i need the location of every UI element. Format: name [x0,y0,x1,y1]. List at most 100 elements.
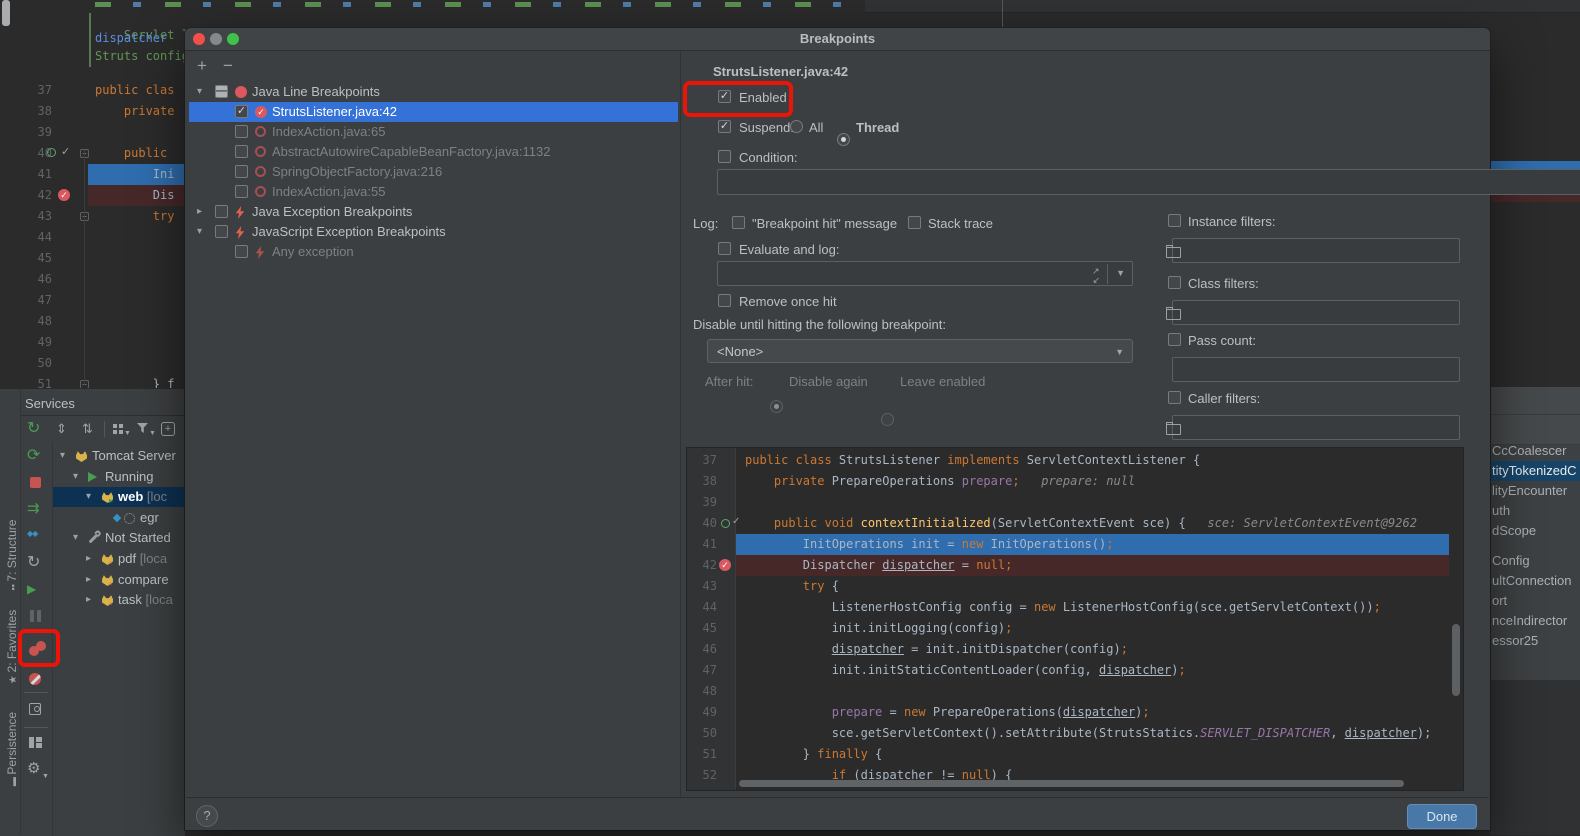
services-tree-row[interactable]: ▾Tomcat Server [53,446,185,466]
settings-icon[interactable]: ⚙ [27,761,40,776]
folder-icon[interactable] [1166,424,1181,435]
stack-trace-checkbox[interactable] [908,216,921,229]
breakpoint-tree-row[interactable]: ▾JavaScript Exception Breakpoints [189,222,678,242]
leave-enabled-radio[interactable] [881,413,894,426]
camera-icon[interactable] [29,703,41,715]
list-item[interactable]: ultConnection [1492,573,1572,588]
breakpoint-tree-row[interactable]: ▾—Java Line Breakpoints [189,82,678,102]
condition-checkbox[interactable] [718,150,731,163]
breakpoint-tree-row[interactable]: AbstractAutowireCapableBeanFactory.java:… [189,142,678,162]
services-tree-row[interactable]: ▸▪task [loca [53,590,185,610]
wrench-icon [89,534,99,544]
chevron-right-icon[interactable]: ▸ [86,553,91,565]
rerun-icon[interactable]: ↻ [27,421,40,437]
help-button[interactable]: ? [196,805,218,827]
pause-icon[interactable] [29,610,42,622]
override-marker-icon[interactable] [721,519,730,528]
breakpoint-tree-row[interactable]: IndexAction.java:55 [189,182,678,202]
list-item[interactable]: essor25 [1492,633,1538,648]
view-breakpoints-icon[interactable] [29,641,46,656]
filter-checkbox[interactable] [1168,276,1181,289]
list-item[interactable]: ort [1492,593,1507,608]
breakpoint-tree-row[interactable]: SpringObjectFactory.java:216 [189,162,678,182]
breakpoint-checkbox[interactable] [215,225,228,238]
remove-once-checkbox[interactable] [718,294,731,307]
breakpoint-checkbox[interactable] [235,185,248,198]
list-item[interactable]: lityEncounter [1492,483,1567,498]
stripe-tab-persistence[interactable]: ▬ Persistence [5,694,19,804]
filter-input[interactable] [1172,357,1460,382]
list-item[interactable]: tityTokenizedC [1492,463,1577,478]
preview-hscrollbar[interactable] [739,780,1404,787]
log-message-checkbox[interactable] [732,216,745,229]
resume-icon[interactable]: ⇉ [27,501,40,516]
override-marker-icon[interactable] [47,148,56,157]
list-item[interactable]: uth [1492,503,1510,518]
breakpoint-checkbox[interactable] [235,145,248,158]
filter-checkbox[interactable] [1168,333,1181,346]
chevron-down-icon[interactable]: ▾ [73,532,78,544]
breakpoint-icon[interactable]: ✓ [58,189,70,201]
step-icon[interactable]: ◆◆ [27,530,37,538]
evaluate-input[interactable]: ↗ ↙ ▼ [717,261,1133,286]
expand-editor-icon[interactable]: ↗ ↙ [1092,267,1098,285]
list-item[interactable]: nceIndirector [1492,613,1567,628]
chevron-right-icon[interactable]: ▸ [197,206,202,218]
code-token: dispatcher [1099,663,1171,677]
breakpoint-checkbox[interactable] [235,125,248,138]
disable-until-combobox[interactable]: <None> ▼ [707,339,1133,363]
filter-input[interactable] [1172,238,1460,263]
top-right-divider-v [1002,0,1003,27]
breakpoint-checkbox[interactable]: — [215,85,228,98]
filter-checkbox[interactable] [1168,214,1181,227]
chevron-right-icon[interactable]: ▸ [86,574,91,586]
stripe-tab-favorites[interactable]: ★ 2: Favorites [5,592,19,702]
chevron-down-icon[interactable]: ▾ [86,491,91,503]
suspend-thread-radio[interactable] [837,133,850,146]
folder-icon[interactable] [1166,247,1181,258]
evaluate-checkbox[interactable] [718,242,731,255]
breakpoint-checkbox[interactable] [215,205,228,218]
services-tree-row[interactable]: ▾Not Started [53,528,185,548]
filter-input[interactable] [1172,415,1460,440]
breakpoint-tree-row[interactable]: Any exception [189,242,678,262]
done-button[interactable]: Done [1407,804,1477,829]
tree-detail-divider[interactable] [680,50,681,797]
services-tree-row[interactable]: ▸▪pdf [loca [53,549,185,569]
stop-icon[interactable] [30,477,41,488]
services-tree-row[interactable]: ▾▸web [loc [53,487,185,507]
suspend-all-radio[interactable] [790,120,803,133]
services-tree-row[interactable]: ▾Running [53,467,185,487]
chevron-down-icon[interactable]: ▾ [60,450,65,462]
condition-input[interactable]: ↗ ↙ ▼ [717,169,1580,195]
chevron-down-icon[interactable]: ▾ [73,471,78,483]
disable-again-radio[interactable] [770,400,783,413]
chevron-down-icon[interactable]: ▾ [197,226,202,238]
breakpoint-tree-row[interactable]: ✓✓StrutsListener.java:42 [189,102,678,122]
breakpoint-tree-row[interactable]: IndexAction.java:65 [189,122,678,142]
rerun-debug-icon[interactable]: ⟳ [27,448,40,464]
list-item[interactable]: dScope [1492,523,1536,538]
breakpoint-icon[interactable]: ✓ [719,559,731,571]
suspend-checkbox[interactable]: ✓ [718,120,731,133]
history-dropdown-icon[interactable]: ▼ [1116,268,1125,278]
enabled-checkbox[interactable]: ✓ [718,90,731,103]
services-tree-row[interactable]: ▸▪compare [53,570,185,590]
filter-checkbox[interactable] [1168,391,1181,404]
chevron-right-icon[interactable]: ▸ [86,594,91,606]
folder-icon[interactable] [1166,309,1181,320]
breakpoint-checkbox[interactable] [235,165,248,178]
run-to-cursor-icon[interactable]: ▶ [27,583,36,595]
breakpoint-checkbox[interactable]: ✓ [235,105,248,118]
preview-vscrollbar[interactable] [1452,624,1460,696]
mute-breakpoints-icon[interactable] [29,673,41,685]
filter-input[interactable] [1172,300,1460,325]
breakpoint-checkbox[interactable] [235,245,248,258]
services-tree-row[interactable]: egr [53,508,185,528]
refresh-icon[interactable]: ↻ [27,555,40,571]
layout-icon[interactable] [29,737,41,749]
list-item[interactable]: Config [1492,553,1530,568]
chevron-down-icon[interactable]: ▾ [197,86,202,98]
breakpoint-tree-row[interactable]: ▸Java Exception Breakpoints [189,202,678,222]
list-item[interactable]: CcCoalescer [1492,443,1566,458]
